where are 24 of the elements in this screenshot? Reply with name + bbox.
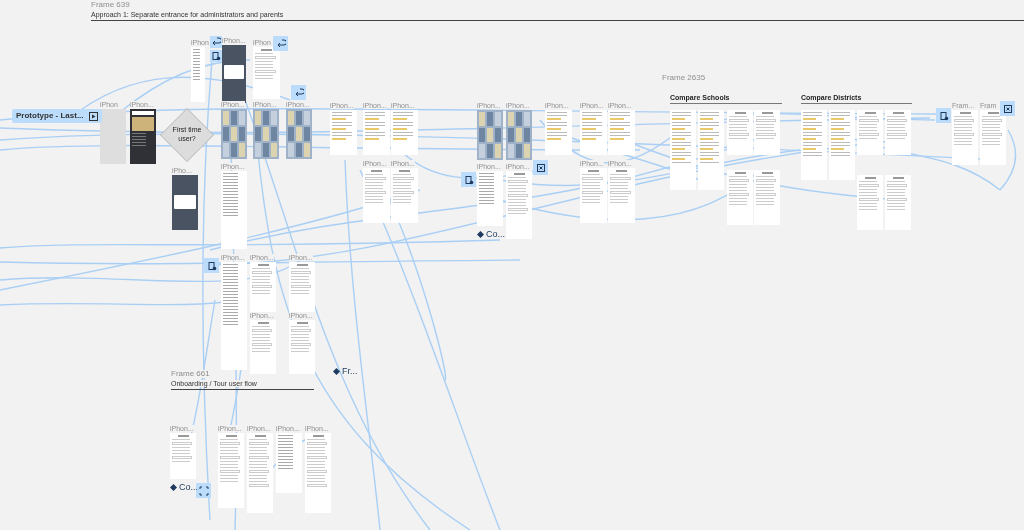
component-icon: [170, 484, 177, 491]
prototype-badge[interactable]: Prototype - Last...: [12, 109, 102, 123]
component-label[interactable]: Co...: [179, 483, 198, 492]
undo-icon[interactable]: [273, 36, 288, 51]
component-label[interactable]: Co...: [486, 230, 505, 239]
device-icon[interactable]: [461, 172, 476, 187]
close-icon[interactable]: [533, 160, 548, 175]
phone-screen[interactable]: [172, 175, 198, 230]
undo-icon[interactable]: [210, 36, 222, 48]
device-icon[interactable]: [936, 108, 951, 123]
undo-icon[interactable]: [291, 85, 306, 100]
component-label[interactable]: Fr...: [342, 367, 358, 376]
play-icon: [88, 111, 98, 121]
frame-title[interactable]: Frame 661: [171, 370, 210, 378]
device-icon[interactable]: [210, 50, 222, 62]
frame-title[interactable]: Frame 2635: [662, 74, 706, 82]
frame-title[interactable]: Frame 639: [91, 1, 130, 9]
expand-icon[interactable]: [196, 483, 211, 498]
phone-screen[interactable]: [130, 109, 156, 164]
component-icon: [333, 368, 340, 375]
component-icon: [477, 231, 484, 238]
close-icon[interactable]: [1000, 101, 1015, 116]
device-icon[interactable]: [204, 258, 219, 273]
phone-screen[interactable]: [222, 45, 246, 103]
